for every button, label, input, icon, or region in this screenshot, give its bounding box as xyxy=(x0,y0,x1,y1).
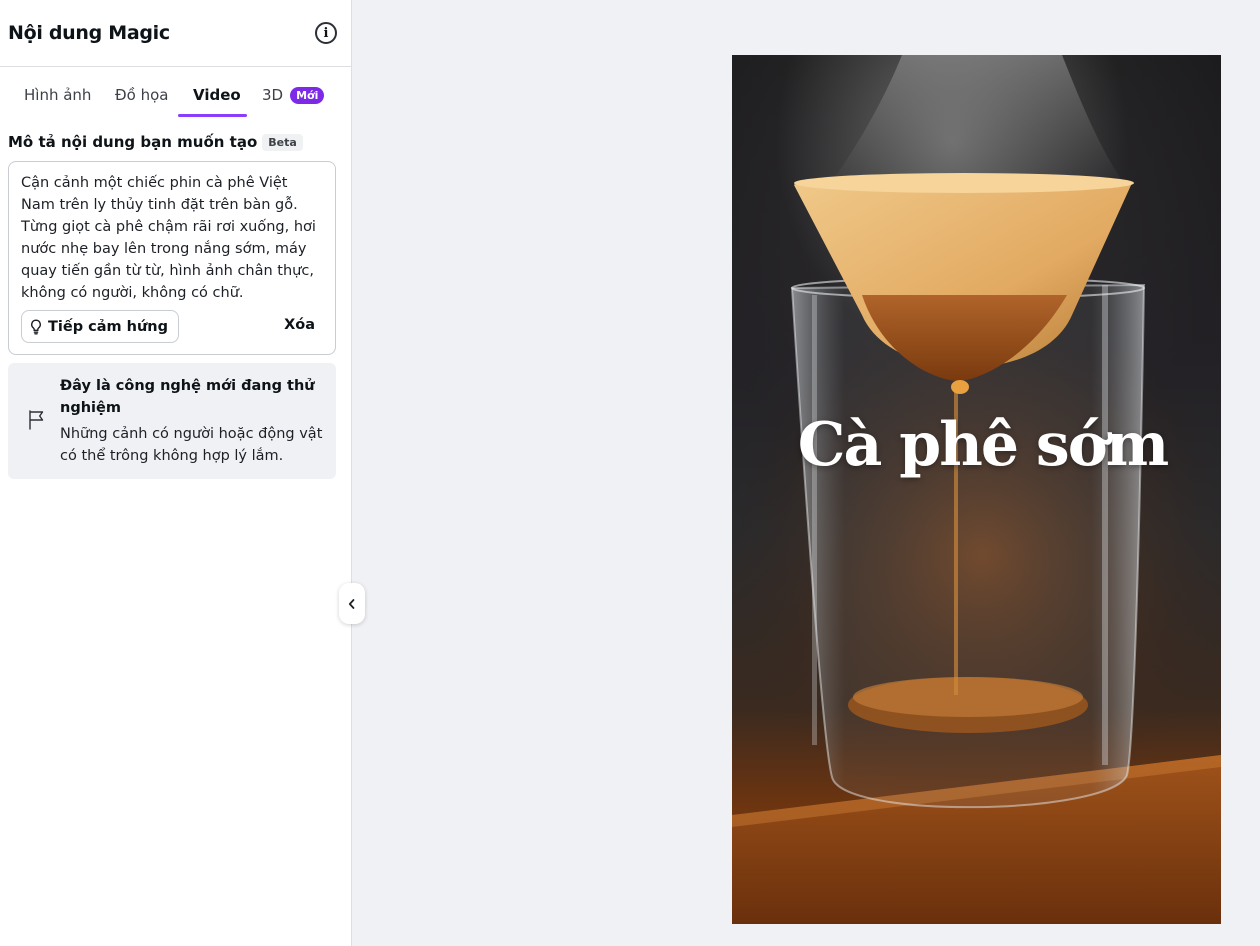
flag-icon xyxy=(29,410,44,430)
overlay-title-text[interactable]: Cà phê sớm xyxy=(732,410,1221,480)
tab-3d[interactable]: 3D Mới xyxy=(262,86,325,104)
tab-video[interactable]: Video xyxy=(193,86,241,104)
video-preview[interactable]: Cà phê sớm xyxy=(732,55,1221,924)
tab-3d-label: 3D xyxy=(262,86,284,104)
tab-video-label: Video xyxy=(193,86,241,104)
lightbulb-icon xyxy=(31,318,41,334)
beta-badge: Beta xyxy=(262,133,303,151)
chevron-left-icon xyxy=(348,598,355,609)
tab-images[interactable]: Hình ảnh xyxy=(24,86,91,104)
tab-images-label: Hình ảnh xyxy=(24,86,92,104)
prompt-text[interactable]: Cận cảnh một chiếc phin cà phê Việt Nam … xyxy=(21,172,325,304)
info-icon[interactable]: i xyxy=(315,22,337,44)
magic-content-panel: Nội dung Magic i Hình ảnh Đồ họa Video 3… xyxy=(0,0,352,946)
new-badge: Mới xyxy=(290,86,325,104)
coffee-scene-illustration xyxy=(732,55,1221,924)
tab-bar: Hình ảnh Đồ họa Video 3D Mới xyxy=(0,67,351,117)
clear-button[interactable]: Xóa xyxy=(284,317,315,333)
prompt-label: Mô tả nội dung bạn muốn tạo Beta xyxy=(8,133,303,151)
notice-body: Những cảnh có người hoặc động vật có thể… xyxy=(60,426,323,464)
panel-header: Nội dung Magic i xyxy=(0,0,351,67)
tab-graphics-label: Đồ họa xyxy=(115,86,169,104)
inspire-button[interactable]: Tiếp cảm hứng xyxy=(21,310,180,343)
inspire-button-label: Tiếp cảm hứng xyxy=(48,318,169,335)
active-tab-indicator xyxy=(178,114,247,117)
tab-graphics[interactable]: Đồ họa xyxy=(115,86,168,104)
collapse-panel-button[interactable] xyxy=(339,583,365,624)
panel-title: Nội dung Magic xyxy=(8,22,170,44)
experimental-notice: Đây là công nghệ mới đang thử nghiệm Nhữ… xyxy=(8,363,336,479)
prompt-label-text: Mô tả nội dung bạn muốn tạo xyxy=(8,133,258,151)
notice-title: Đây là công nghệ mới đang thử nghiệm xyxy=(60,378,315,416)
prompt-input[interactable]: Cận cảnh một chiếc phin cà phê Việt Nam … xyxy=(8,161,336,355)
